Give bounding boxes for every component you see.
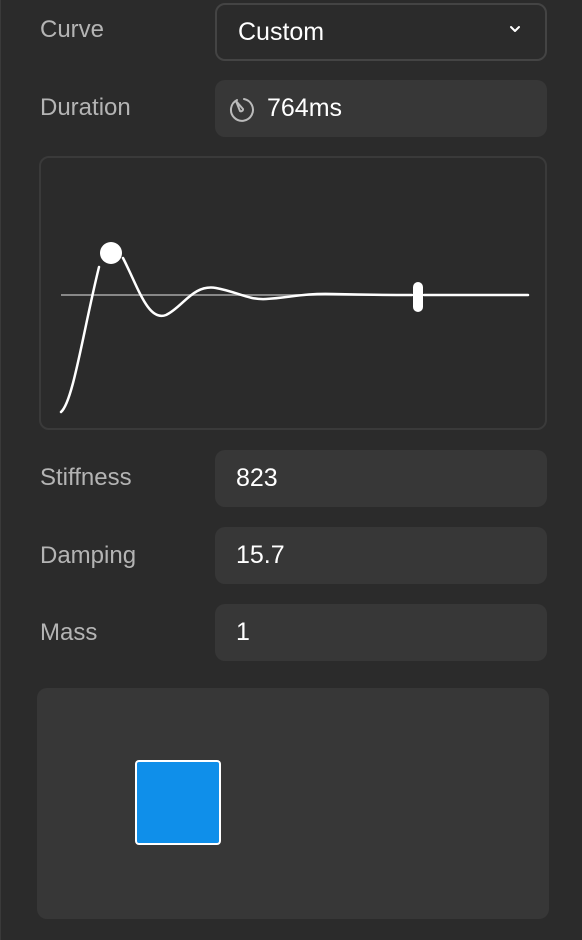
stiffness-input[interactable]: 823	[215, 450, 547, 507]
preview-box	[135, 760, 221, 845]
spring-curve	[59, 256, 530, 414]
duration-field[interactable]: 764ms	[215, 80, 547, 137]
damping-input[interactable]: 15.7	[215, 527, 547, 584]
stiffness-label: Stiffness	[40, 464, 132, 491]
mass-input[interactable]: 1	[215, 604, 547, 661]
animation-preview	[37, 688, 549, 919]
timer-icon	[230, 97, 254, 122]
curve-select[interactable]: Custom	[215, 3, 547, 61]
curve-value: Custom	[238, 17, 325, 46]
duration-label: Duration	[40, 94, 131, 121]
mass-label: Mass	[40, 619, 98, 646]
chevron-down-icon	[510, 26, 520, 32]
stiffness-value: 823	[236, 464, 278, 492]
spring-curve-graph[interactable]	[39, 156, 547, 430]
duration-value: 764ms	[267, 94, 343, 122]
curve-label: Curve	[40, 16, 105, 43]
duration-handle[interactable]	[413, 282, 423, 312]
damping-value: 15.7	[236, 541, 285, 569]
damping-label: Damping	[40, 542, 137, 569]
mass-value: 1	[236, 618, 250, 646]
peak-handle[interactable]	[100, 242, 122, 264]
